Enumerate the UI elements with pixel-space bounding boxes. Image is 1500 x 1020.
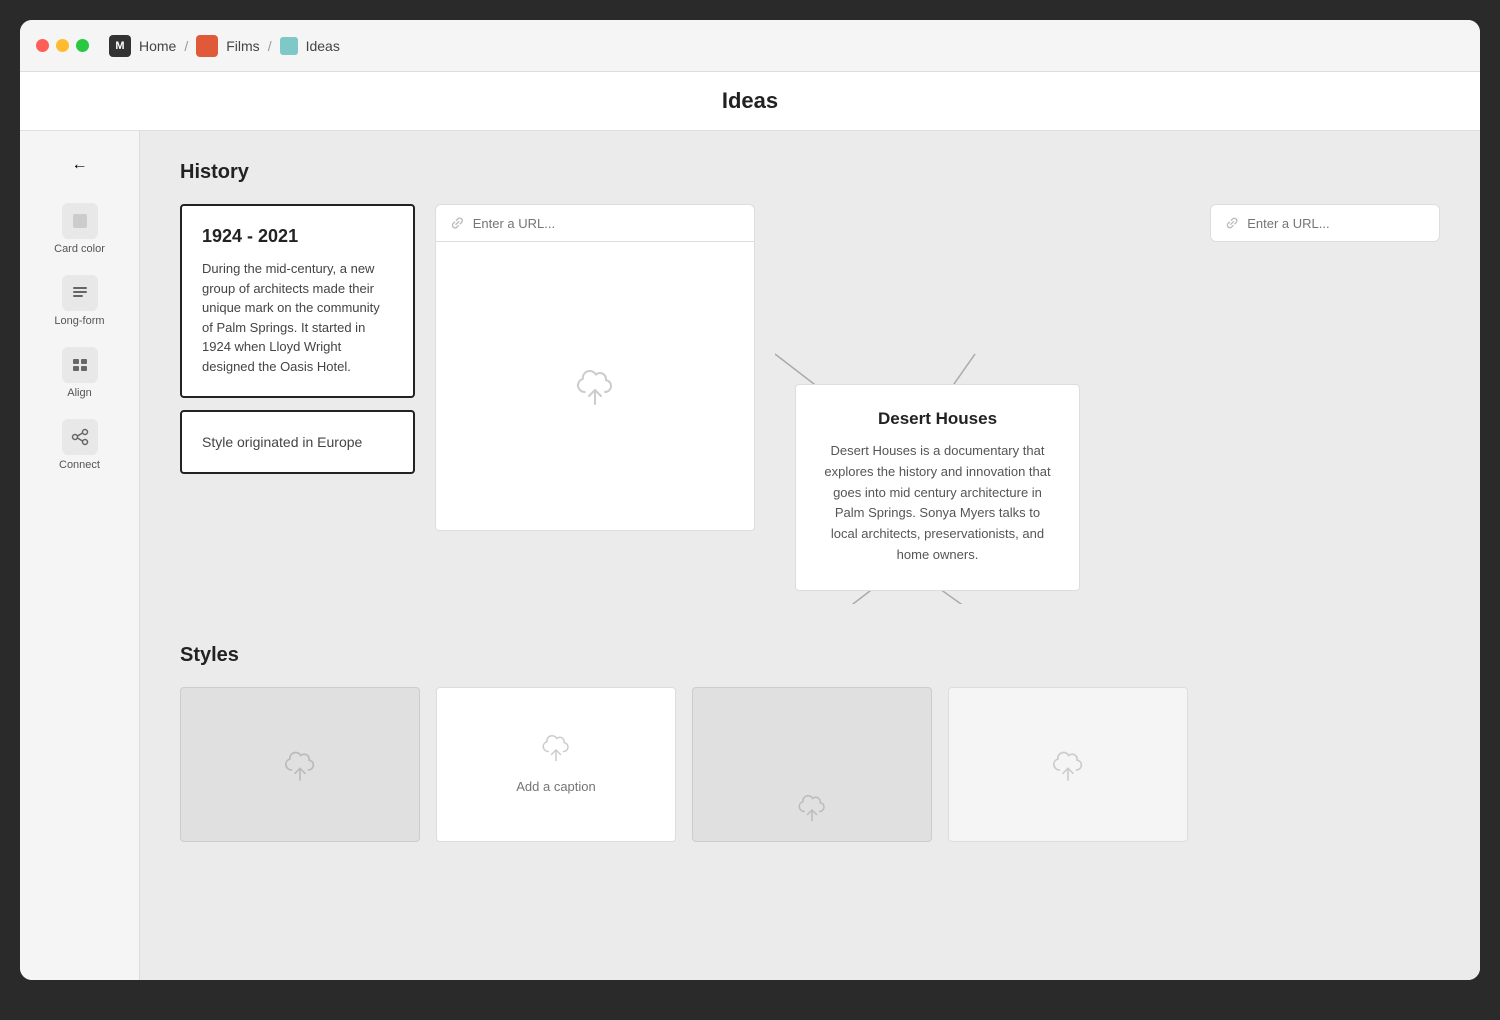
styles-title: Styles bbox=[180, 644, 1440, 667]
ideas-icon bbox=[280, 37, 298, 55]
main-area: ← Card color Long-form bbox=[20, 131, 1480, 980]
history-title: History bbox=[180, 161, 1440, 184]
breadcrumb-home-label: Home bbox=[139, 38, 176, 54]
cloud-upload-icon-3 bbox=[538, 729, 574, 765]
connect-label: Connect bbox=[59, 459, 100, 471]
style-upload-box-1[interactable] bbox=[180, 687, 420, 842]
sidebar: ← Card color Long-form bbox=[20, 131, 140, 980]
desert-card-text: Desert Houses is a documentary that expl… bbox=[820, 441, 1055, 566]
link-icon-1 bbox=[450, 215, 465, 231]
canvas: History 1924 - 2021 During the mid-centu… bbox=[140, 131, 1480, 980]
history-section: History 1924 - 2021 During the mid-centu… bbox=[180, 161, 1440, 604]
desert-houses-card[interactable]: Desert Houses Desert Houses is a documen… bbox=[795, 384, 1080, 591]
history-card-2[interactable]: Style originated in Europe bbox=[180, 410, 415, 474]
style-origin-text: Style originated in Europe bbox=[202, 434, 393, 450]
history-card-1[interactable]: 1924 - 2021 During the mid-century, a ne… bbox=[180, 204, 415, 398]
upload-area-1[interactable] bbox=[435, 241, 755, 531]
page-title: Ideas bbox=[20, 88, 1480, 114]
sidebar-item-card-color[interactable]: Card color bbox=[35, 195, 125, 263]
card-color-icon bbox=[62, 203, 98, 239]
style-upload-box-2[interactable] bbox=[436, 687, 676, 842]
url-input-container-2[interactable] bbox=[1210, 204, 1440, 242]
breadcrumb-films-label: Films bbox=[226, 38, 259, 54]
films-icon bbox=[196, 35, 218, 57]
breadcrumb: M Home / Films / Ideas bbox=[109, 35, 340, 57]
back-button[interactable]: ← bbox=[62, 147, 98, 183]
breadcrumb-ideas[interactable]: Ideas bbox=[280, 37, 340, 55]
url-input-container-1[interactable] bbox=[435, 204, 755, 241]
sidebar-item-long-form[interactable]: Long-form bbox=[35, 267, 125, 335]
url-input-1[interactable] bbox=[473, 216, 740, 231]
desert-card-title: Desert Houses bbox=[820, 409, 1055, 429]
url-input-2[interactable] bbox=[1247, 216, 1425, 231]
connect-icon bbox=[62, 419, 98, 455]
cloud-upload-icon-4 bbox=[794, 789, 830, 825]
maximize-button[interactable] bbox=[76, 39, 89, 52]
minimize-button[interactable] bbox=[56, 39, 69, 52]
long-form-icon bbox=[62, 275, 98, 311]
breadcrumb-sep-2: / bbox=[268, 38, 272, 54]
caption-input[interactable] bbox=[449, 773, 663, 800]
breadcrumb-films[interactable]: Films bbox=[196, 35, 259, 57]
card-color-label: Card color bbox=[54, 243, 105, 255]
back-arrow-icon: ← bbox=[72, 156, 88, 174]
long-form-label: Long-form bbox=[54, 315, 104, 327]
styles-section: Styles bbox=[180, 644, 1440, 842]
cloud-upload-icon-2 bbox=[280, 745, 320, 785]
breadcrumb-home[interactable]: M Home bbox=[109, 35, 176, 57]
canvas-content: History 1924 - 2021 During the mid-centu… bbox=[180, 161, 1440, 861]
cloud-upload-icon-5 bbox=[1048, 745, 1088, 785]
card-body-text: During the mid-century, a new group of a… bbox=[202, 259, 393, 376]
style-upload-box-4[interactable] bbox=[948, 687, 1188, 842]
page-header: Ideas bbox=[20, 72, 1480, 131]
sidebar-item-connect[interactable]: Connect bbox=[35, 411, 125, 479]
breadcrumb-sep-1: / bbox=[184, 38, 188, 54]
cloud-upload-icon-1 bbox=[571, 362, 619, 410]
titlebar: M Home / Films / Ideas bbox=[20, 20, 1480, 72]
card-date: 1924 - 2021 bbox=[202, 226, 393, 247]
breadcrumb-ideas-label: Ideas bbox=[306, 38, 340, 54]
align-label: Align bbox=[67, 387, 91, 399]
align-icon bbox=[62, 347, 98, 383]
home-icon: M bbox=[109, 35, 131, 57]
close-button[interactable] bbox=[36, 39, 49, 52]
traffic-lights bbox=[36, 39, 89, 52]
link-icon-2 bbox=[1225, 215, 1239, 231]
sidebar-item-align[interactable]: Align bbox=[35, 339, 125, 407]
style-upload-box-3[interactable] bbox=[692, 687, 932, 842]
